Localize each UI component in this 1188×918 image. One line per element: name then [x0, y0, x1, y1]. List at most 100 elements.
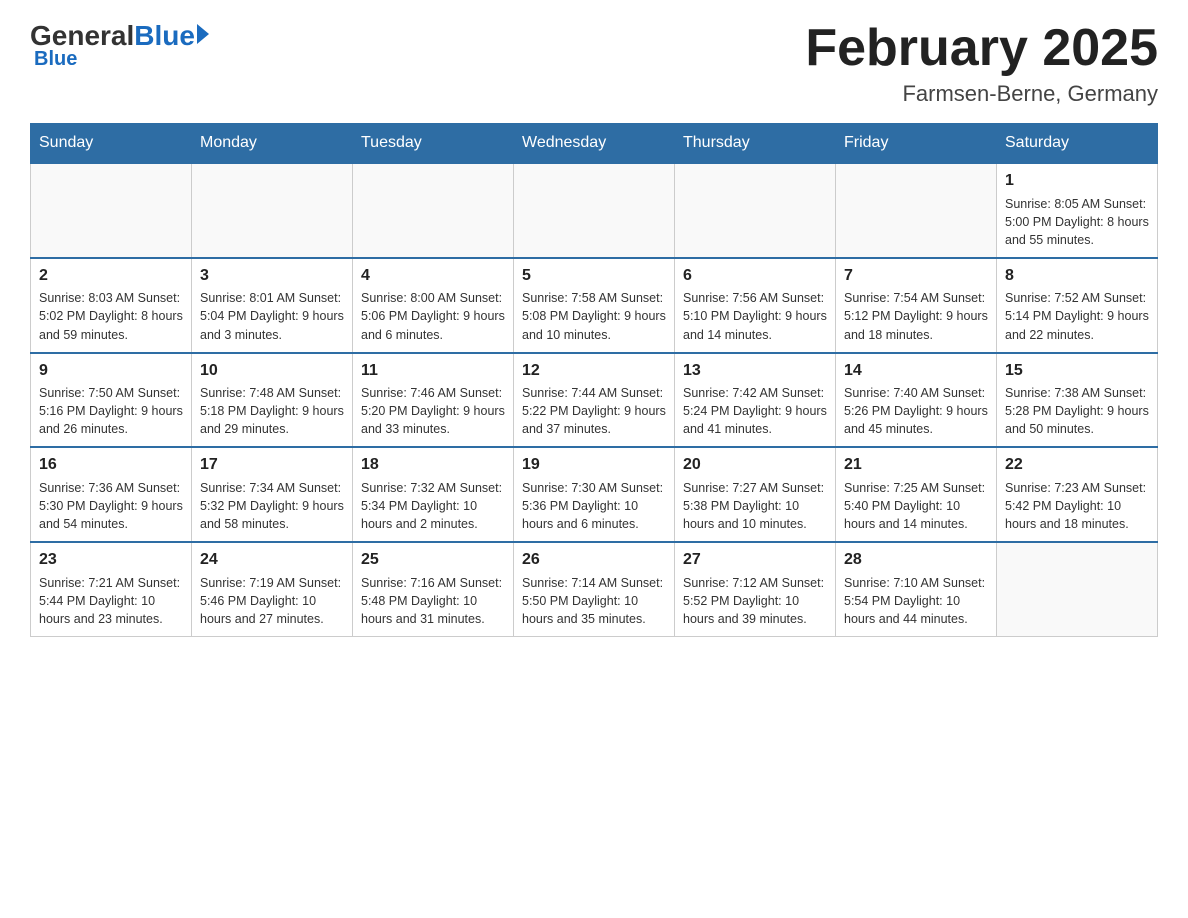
day-info: Sunrise: 7:10 AM Sunset: 5:54 PM Dayligh… [844, 574, 988, 628]
logo-blue: Blue [134, 20, 195, 52]
calendar-cell: 22 Sunrise: 7:23 AM Sunset: 5:42 PM Dayli… [997, 447, 1158, 542]
calendar-day-header: Friday [836, 124, 997, 164]
day-info: Sunrise: 7:44 AM Sunset: 5:22 PM Dayligh… [522, 384, 666, 438]
calendar-cell: 21 Sunrise: 7:25 AM Sunset: 5:40 PM Dayli… [836, 447, 997, 542]
day-info: Sunrise: 7:16 AM Sunset: 5:48 PM Dayligh… [361, 574, 505, 628]
day-number: 25 [361, 549, 505, 571]
day-info: Sunrise: 7:50 AM Sunset: 5:16 PM Dayligh… [39, 384, 183, 438]
day-info: Sunrise: 8:00 AM Sunset: 5:06 PM Dayligh… [361, 289, 505, 343]
calendar-cell: 25 Sunrise: 7:16 AM Sunset: 5:48 PM Dayli… [353, 542, 514, 636]
calendar-cell: 28Sunrise: 7:10 AM Sunset: 5:54 PM Dayli… [836, 542, 997, 636]
day-info: Sunrise: 7:19 AM Sunset: 5:46 PM Dayligh… [200, 574, 344, 628]
calendar-week-row: 1Sunrise: 8:05 AM Sunset: 5:00 PM Daylig… [31, 163, 1158, 258]
day-number: 19 [522, 454, 666, 476]
page-header: General Blue Blue February 2025 Farmsen-… [30, 20, 1158, 107]
day-info: Sunrise: 7:58 AM Sunset: 5:08 PM Dayligh… [522, 289, 666, 343]
calendar-cell: 26 Sunrise: 7:14 AM Sunset: 5:50 PM Dayli… [514, 542, 675, 636]
day-info: Sunrise: 7:40 AM Sunset: 5:26 PM Dayligh… [844, 384, 988, 438]
day-info: Sunrise: 7:48 AM Sunset: 5:18 PM Dayligh… [200, 384, 344, 438]
calendar-cell [514, 163, 675, 258]
day-number: 11 [361, 360, 505, 382]
day-number: 9 [39, 360, 183, 382]
calendar-day-header: Saturday [997, 124, 1158, 164]
calendar-day-header: Wednesday [514, 124, 675, 164]
day-number: 6 [683, 265, 827, 287]
day-number: 21 [844, 454, 988, 476]
day-number: 16 [39, 454, 183, 476]
calendar-cell: 24Sunrise: 7:19 AM Sunset: 5:46 PM Dayli… [192, 542, 353, 636]
day-number: 10 [200, 360, 344, 382]
day-number: 20 [683, 454, 827, 476]
calendar-cell [31, 163, 192, 258]
calendar-cell: 20Sunrise: 7:27 AM Sunset: 5:38 PM Dayli… [675, 447, 836, 542]
calendar-week-row: 2Sunrise: 8:03 AM Sunset: 5:02 PM Daylig… [31, 258, 1158, 353]
calendar-day-header: Monday [192, 124, 353, 164]
day-number: 27 [683, 549, 827, 571]
day-info: Sunrise: 8:03 AM Sunset: 5:02 PM Dayligh… [39, 289, 183, 343]
calendar-cell: 11Sunrise: 7:46 AM Sunset: 5:20 PM Dayli… [353, 353, 514, 448]
calendar-cell: 1Sunrise: 8:05 AM Sunset: 5:00 PM Daylig… [997, 163, 1158, 258]
calendar-cell [675, 163, 836, 258]
location-label: Farmsen-Berne, Germany [805, 81, 1158, 107]
day-info: Sunrise: 7:54 AM Sunset: 5:12 PM Dayligh… [844, 289, 988, 343]
calendar-cell: 12Sunrise: 7:44 AM Sunset: 5:22 PM Dayli… [514, 353, 675, 448]
calendar-cell: 8Sunrise: 7:52 AM Sunset: 5:14 PM Daylig… [997, 258, 1158, 353]
day-number: 14 [844, 360, 988, 382]
calendar-cell: 14Sunrise: 7:40 AM Sunset: 5:26 PM Dayli… [836, 353, 997, 448]
day-info: Sunrise: 7:34 AM Sunset: 5:32 PM Dayligh… [200, 479, 344, 533]
calendar-table: SundayMondayTuesdayWednesdayThursdayFrid… [30, 123, 1158, 637]
day-number: 13 [683, 360, 827, 382]
day-number: 18 [361, 454, 505, 476]
day-info: Sunrise: 7:56 AM Sunset: 5:10 PM Dayligh… [683, 289, 827, 343]
day-info: Sunrise: 7:21 AM Sunset: 5:44 PM Dayligh… [39, 574, 183, 628]
day-number: 5 [522, 265, 666, 287]
day-info: Sunrise: 7:38 AM Sunset: 5:28 PM Dayligh… [1005, 384, 1149, 438]
month-title: February 2025 [805, 20, 1158, 77]
day-info: Sunrise: 7:42 AM Sunset: 5:24 PM Dayligh… [683, 384, 827, 438]
day-info: Sunrise: 7:23 AM Sunset: 5:42 PM Dayligh… [1005, 479, 1149, 533]
day-number: 22 [1005, 454, 1149, 476]
day-number: 26 [522, 549, 666, 571]
day-info: Sunrise: 7:30 AM Sunset: 5:36 PM Dayligh… [522, 479, 666, 533]
day-number: 15 [1005, 360, 1149, 382]
calendar-day-header: Thursday [675, 124, 836, 164]
calendar-cell: 9Sunrise: 7:50 AM Sunset: 5:16 PM Daylig… [31, 353, 192, 448]
day-number: 23 [39, 549, 183, 571]
calendar-cell: 17 Sunrise: 7:34 AM Sunset: 5:32 PM Dayli… [192, 447, 353, 542]
calendar-cell: 10Sunrise: 7:48 AM Sunset: 5:18 PM Dayli… [192, 353, 353, 448]
calendar-cell: 23 Sunrise: 7:21 AM Sunset: 5:44 PM Dayli… [31, 542, 192, 636]
calendar-week-row: 9Sunrise: 7:50 AM Sunset: 5:16 PM Daylig… [31, 353, 1158, 448]
day-number: 3 [200, 265, 344, 287]
logo-subtitle: Blue [34, 48, 77, 71]
calendar-cell: 4Sunrise: 8:00 AM Sunset: 5:06 PM Daylig… [353, 258, 514, 353]
calendar-day-header: Tuesday [353, 124, 514, 164]
day-info: Sunrise: 7:46 AM Sunset: 5:20 PM Dayligh… [361, 384, 505, 438]
logo: General Blue Blue [30, 20, 209, 71]
calendar-cell: 16Sunrise: 7:36 AM Sunset: 5:30 PM Dayli… [31, 447, 192, 542]
day-number: 1 [1005, 170, 1149, 192]
calendar-cell [192, 163, 353, 258]
calendar-cell [836, 163, 997, 258]
calendar-cell: 2Sunrise: 8:03 AM Sunset: 5:02 PM Daylig… [31, 258, 192, 353]
day-number: 7 [844, 265, 988, 287]
day-info: Sunrise: 7:14 AM Sunset: 5:50 PM Dayligh… [522, 574, 666, 628]
calendar-cell: 5Sunrise: 7:58 AM Sunset: 5:08 PM Daylig… [514, 258, 675, 353]
day-info: Sunrise: 7:52 AM Sunset: 5:14 PM Dayligh… [1005, 289, 1149, 343]
day-info: Sunrise: 7:12 AM Sunset: 5:52 PM Dayligh… [683, 574, 827, 628]
logo-arrow-icon [197, 24, 209, 44]
calendar-cell [997, 542, 1158, 636]
day-info: Sunrise: 7:32 AM Sunset: 5:34 PM Dayligh… [361, 479, 505, 533]
title-section: February 2025 Farmsen-Berne, Germany [805, 20, 1158, 107]
calendar-cell: 19 Sunrise: 7:30 AM Sunset: 5:36 PM Dayli… [514, 447, 675, 542]
day-info: Sunrise: 7:25 AM Sunset: 5:40 PM Dayligh… [844, 479, 988, 533]
day-info: Sunrise: 8:01 AM Sunset: 5:04 PM Dayligh… [200, 289, 344, 343]
calendar-header-row: SundayMondayTuesdayWednesdayThursdayFrid… [31, 124, 1158, 164]
calendar-cell: 27 Sunrise: 7:12 AM Sunset: 5:52 PM Dayli… [675, 542, 836, 636]
day-number: 2 [39, 265, 183, 287]
calendar-cell [353, 163, 514, 258]
day-number: 12 [522, 360, 666, 382]
day-number: 17 [200, 454, 344, 476]
calendar-week-row: 23 Sunrise: 7:21 AM Sunset: 5:44 PM Dayli… [31, 542, 1158, 636]
calendar-week-row: 16Sunrise: 7:36 AM Sunset: 5:30 PM Dayli… [31, 447, 1158, 542]
calendar-day-header: Sunday [31, 124, 192, 164]
